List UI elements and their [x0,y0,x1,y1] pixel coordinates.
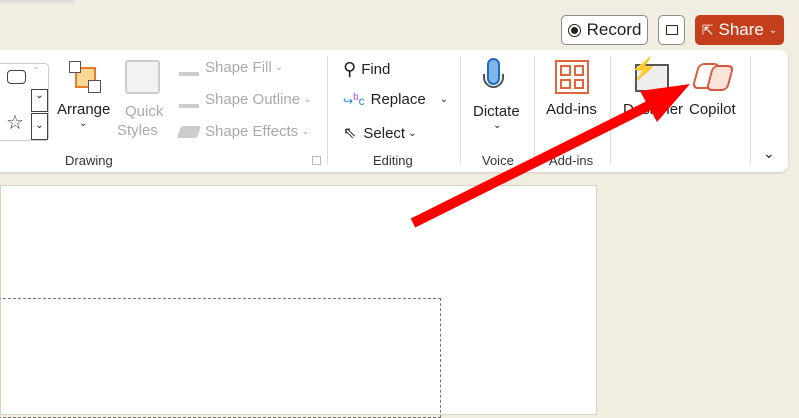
arrow-shaft [410,95,663,228]
red-arrow-annotation [410,84,690,228]
arrow-head [640,84,690,122]
